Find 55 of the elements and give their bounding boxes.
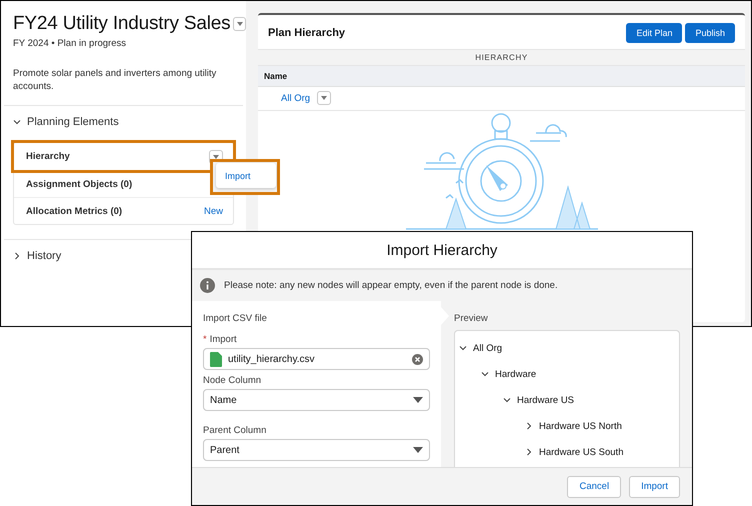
tree-toggle[interactable] <box>503 396 511 404</box>
chevron-right-icon <box>525 448 533 456</box>
section-header[interactable]: History <box>13 250 62 262</box>
csv-file-icon <box>210 352 222 366</box>
dialog-title: Import Hierarchy <box>192 232 692 270</box>
info-icon <box>200 278 215 293</box>
field-label: * Import <box>203 334 238 345</box>
tree-node-label[interactable]: All Org <box>473 342 502 354</box>
field-label: Node Column <box>203 375 262 386</box>
tree-toggle[interactable] <box>481 370 489 378</box>
row-link[interactable]: All Org <box>281 92 310 104</box>
planning-element-row[interactable]: Allocation Metrics (0) New <box>14 197 233 224</box>
panel-title: Plan Hierarchy <box>268 27 346 39</box>
tree-node-label[interactable]: Hardware US North <box>539 420 622 432</box>
element-label: Assignment Objects (0) <box>26 178 132 190</box>
plan-subtitle: FY 2024 • Plan in progress <box>12 37 127 49</box>
plan-menu-button[interactable] <box>233 17 246 31</box>
chevron-down-icon <box>481 370 489 378</box>
panel-button[interactable]: Edit Plan <box>626 23 682 43</box>
tree-node-label[interactable]: Hardware <box>495 368 536 380</box>
select-field[interactable]: Parent <box>203 439 430 461</box>
chevron-down-icon <box>13 118 21 126</box>
element-label: Allocation Metrics (0) <box>26 206 122 216</box>
tree-toggle[interactable] <box>525 422 533 430</box>
tree-toggle[interactable] <box>459 344 467 352</box>
chevron-down-icon <box>503 396 511 404</box>
tree-toggle[interactable] <box>525 448 533 456</box>
form-title: Import CSV file <box>203 313 268 324</box>
table-group-header: HIERARCHY <box>258 49 745 65</box>
dropdown-caret-icon <box>413 447 423 453</box>
dropdown-caret-icon <box>413 397 423 403</box>
dialog-button[interactable]: Cancel <box>567 476 622 498</box>
new-link[interactable]: New <box>204 206 223 216</box>
element-label: Hierarchy <box>26 151 70 162</box>
chevron-down-icon <box>459 344 467 352</box>
row-menu-button[interactable] <box>317 91 332 105</box>
plan-description: Promote solar panels and inverters among utility accounts. <box>12 67 218 94</box>
tree-node-label[interactable]: Hardware US South <box>539 446 624 458</box>
menu-item[interactable]: Import <box>216 163 276 188</box>
chevron-right-icon <box>13 252 21 260</box>
file-field[interactable]: utility_hierarchy.csv <box>203 348 430 370</box>
dialog-button[interactable]: Import <box>629 476 680 498</box>
caret-icon <box>236 22 243 26</box>
panel-button[interactable]: Publish <box>685 23 735 43</box>
field-label: Parent Column <box>203 425 268 436</box>
plan-title: FY24 Utility Industry Sales <box>13 13 230 35</box>
caret-icon <box>321 96 328 100</box>
section-header[interactable]: Planning Elements <box>13 116 119 128</box>
chevron-right-icon <box>525 422 533 430</box>
select-field[interactable]: Name <box>203 389 430 411</box>
notice-text: Please note: any new nodes will appear empty, even if the parent node is done. <box>224 280 558 291</box>
column-header: Name <box>258 65 745 87</box>
preview-title: Preview <box>454 313 489 324</box>
clear-icon[interactable] <box>412 354 423 364</box>
tree-node-label[interactable]: Hardware US <box>517 394 574 406</box>
